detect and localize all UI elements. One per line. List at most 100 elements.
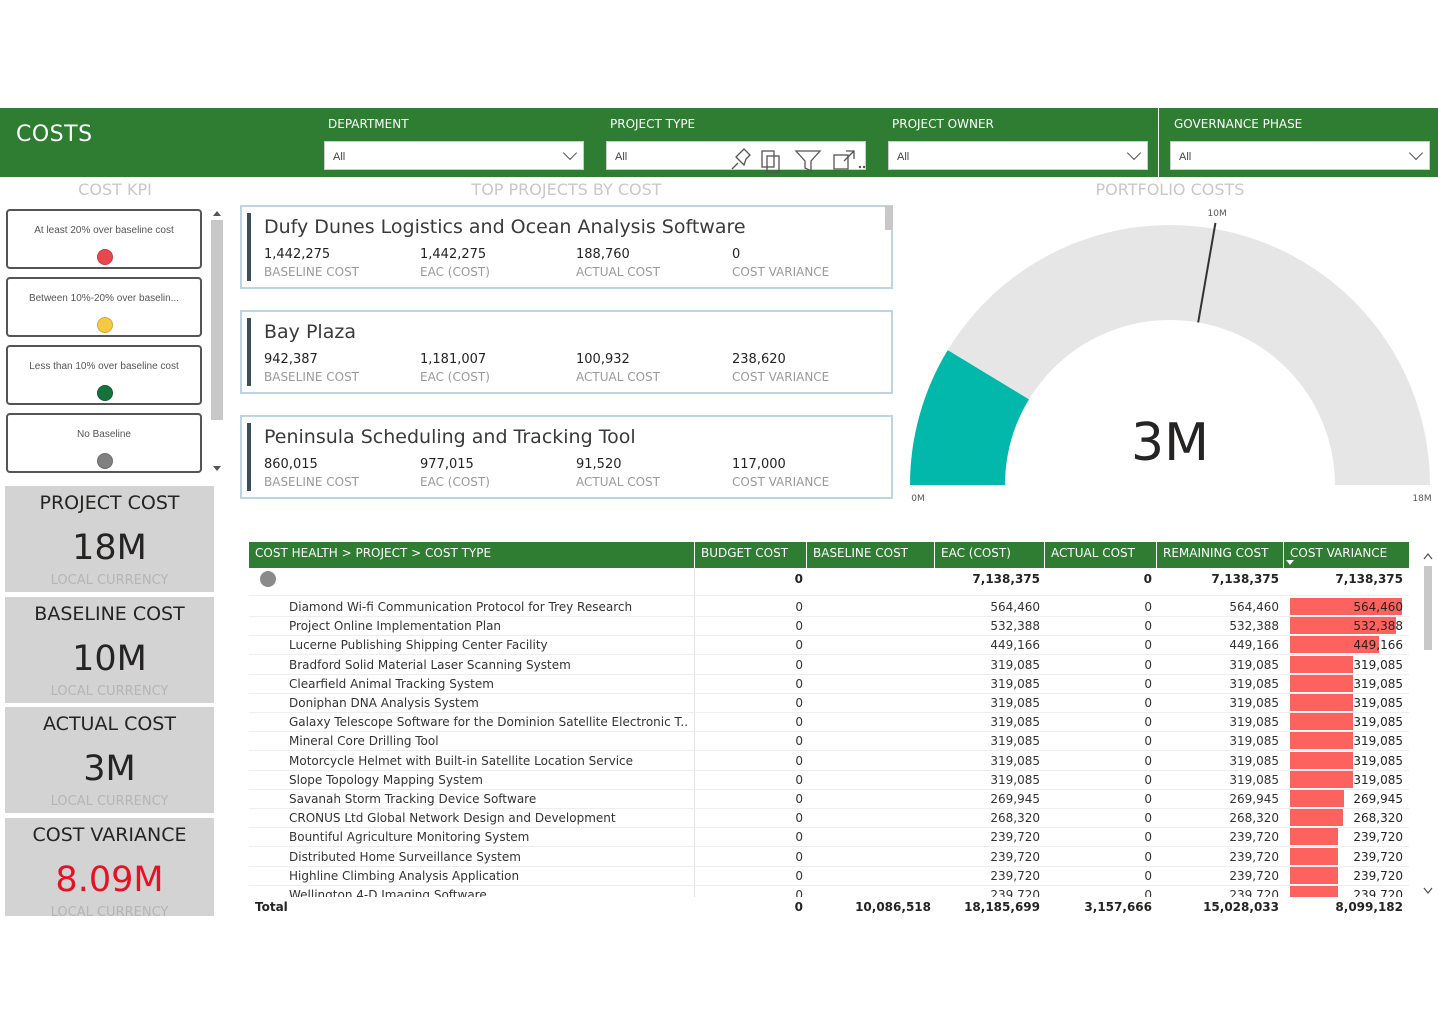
group-row[interactable]: 0 7,138,375 0 7,138,375 7,138,375 — [249, 568, 1409, 596]
variance-label: COST VARIANCE — [732, 370, 830, 384]
scroll-thumb[interactable] — [211, 220, 223, 420]
kpi-card-no-baseline[interactable]: No Baseline — [6, 413, 202, 473]
table-row[interactable]: Slope Topology Mapping System 0 319,085 0 31… — [249, 770, 1409, 790]
row-project-name: Slope Topology Mapping System — [289, 772, 483, 787]
group-budget: 0 — [794, 572, 803, 586]
kpi-label: At least 20% over baseline cost — [34, 225, 174, 236]
column-header-baseline[interactable]: BASELINE COST — [807, 542, 935, 568]
table-row[interactable]: Highline Climbing Analysis Application 0 2… — [249, 866, 1409, 886]
department-dropdown[interactable]: All — [324, 141, 584, 170]
row-actual: 0 — [1144, 696, 1152, 710]
row-remaining: 319,085 — [1229, 696, 1279, 710]
scroll-up-icon[interactable] — [1423, 552, 1433, 560]
row-variance: 319,085 — [1353, 734, 1403, 749]
project-card[interactable]: Peninsula Scheduling and Tracking Tool 8… — [240, 415, 893, 499]
row-variance: 239,720 — [1353, 830, 1403, 845]
row-project-name: Savanah Storm Tracking Device Software — [289, 792, 537, 806]
metric-value: 3M — [83, 749, 136, 789]
project-owner-dropdown[interactable]: All — [888, 141, 1148, 170]
row-project-name: Project Online Implementation Plan — [289, 619, 502, 634]
scroll-thumb[interactable] — [1424, 566, 1432, 650]
column-header-hierarchy[interactable]: COST HEALTH > PROJECT > COST TYPE — [249, 542, 695, 568]
top-projects-title: TOP PROJECTS BY COST — [471, 180, 662, 199]
project-card[interactable]: Bay Plaza 942,387 1,181,007 100,932 238,… — [240, 310, 893, 394]
table-row[interactable]: Clearfield Animal Tracking System 0 319,08… — [249, 674, 1409, 694]
row-remaining: 239,720 — [1229, 868, 1279, 883]
project-name: Dufy Dunes Logistics and Ocean Analysis … — [264, 216, 746, 238]
row-project-name: Lucerne Publishing Shipping Center Facil… — [289, 638, 548, 653]
eac-label: EAC (COST) — [420, 265, 490, 279]
row-remaining: 532,388 — [1229, 619, 1279, 634]
scroll-up-icon[interactable] — [213, 211, 221, 216]
kpi-card-over-20[interactable]: At least 20% over baseline cost — [6, 209, 202, 269]
scroll-down-icon[interactable] — [1423, 887, 1433, 895]
more-options-icon[interactable] — [858, 165, 866, 169]
column-header-budget[interactable]: BUDGET COST — [695, 542, 807, 568]
governance-phase-dropdown[interactable]: All — [1170, 141, 1430, 170]
table-scrollbar[interactable] — [1422, 552, 1434, 897]
kpi-scrollbar[interactable] — [211, 210, 223, 474]
table-row[interactable]: CRONUS Ltd Global Network Design and Dev… — [249, 809, 1409, 829]
row-variance: 319,085 — [1353, 696, 1403, 710]
scroll-down-icon[interactable] — [213, 466, 221, 471]
gray-status-icon[interactable] — [259, 570, 277, 588]
row-eac: 239,720 — [990, 849, 1040, 864]
baseline-cost-card: BASELINE COST 10M LOCAL CURRENCY — [5, 597, 214, 703]
row-budget: 0 — [795, 772, 803, 787]
table-row[interactable]: Galaxy Telescope Software for the Domini… — [249, 713, 1409, 733]
baseline-value: 860,015 — [264, 457, 318, 472]
actual-value: 188,760 — [576, 247, 630, 262]
table-row[interactable]: Doniphan DNA Analysis System 0 319,085 0 319… — [249, 694, 1409, 713]
card-accent-bar — [247, 318, 251, 386]
kpi-card-under-10[interactable]: Less than 10% over baseline cost — [6, 345, 202, 405]
row-project-name: Galaxy Telescope Software for the Domini… — [289, 715, 689, 730]
filter-icon[interactable] — [794, 150, 822, 173]
column-header-actual[interactable]: ACTUAL COST — [1045, 542, 1157, 568]
row-eac: 239,720 — [990, 868, 1040, 883]
table-row[interactable]: Mineral Core Drilling Tool 0 319,085 0 319,0… — [249, 732, 1409, 752]
table-row[interactable]: Savanah Storm Tracking Device Software 0 2… — [249, 790, 1409, 809]
baseline-label: BASELINE COST — [264, 475, 360, 489]
row-project-name: Mineral Core Drilling Tool — [289, 734, 439, 749]
red-status-icon — [97, 249, 113, 265]
pin-icon[interactable] — [731, 148, 751, 170]
column-header-variance[interactable]: COST VARIANCE — [1284, 542, 1409, 568]
actual-value: 91,520 — [576, 457, 622, 472]
project-type-label: PROJECT TYPE — [610, 117, 696, 131]
table-row[interactable]: Distributed Home Surveillance System 0 239… — [249, 847, 1409, 867]
row-budget: 0 — [795, 657, 803, 672]
row-project-name: Doniphan DNA Analysis System — [289, 696, 479, 710]
column-header-eac[interactable]: EAC (COST) — [935, 542, 1045, 568]
projects-scroll-thumb[interactable] — [885, 206, 893, 230]
baseline-value: 942,387 — [264, 352, 318, 367]
table-row[interactable]: Bradford Solid Material Laser Scanning S… — [249, 655, 1409, 675]
total-baseline: 10,086,518 — [855, 900, 931, 914]
column-header-remaining[interactable]: REMAINING COST — [1157, 542, 1284, 568]
row-budget: 0 — [795, 830, 803, 845]
table-row[interactable]: Diamond Wi-fi Communication Protocol for… — [249, 598, 1409, 617]
row-actual: 0 — [1144, 792, 1152, 806]
project-name: Peninsula Scheduling and Tracking Tool — [264, 426, 636, 448]
kpi-card-10-20[interactable]: Between 10%-20% over baselin... — [6, 277, 202, 337]
row-variance: 319,085 — [1353, 753, 1403, 768]
table-row[interactable]: Lucerne Publishing Shipping Center Facil… — [249, 636, 1409, 656]
row-remaining: 319,085 — [1229, 772, 1279, 787]
metric-subtitle: LOCAL CURRENCY — [50, 905, 169, 920]
row-actual: 0 — [1144, 638, 1152, 653]
focus-mode-icon[interactable] — [833, 150, 855, 170]
card-accent-bar — [247, 213, 251, 281]
project-card[interactable]: Dufy Dunes Logistics and Ocean Analysis … — [240, 205, 893, 289]
row-eac: 269,945 — [990, 792, 1040, 806]
table-row[interactable]: Bountiful Agriculture Monitoring System 0… — [249, 828, 1409, 848]
table-row[interactable]: Project Online Implementation Plan 0 532,3… — [249, 617, 1409, 637]
row-eac: 564,460 — [990, 600, 1040, 614]
copy-icon[interactable] — [761, 150, 780, 173]
baseline-label: BASELINE COST — [264, 370, 360, 384]
variance-label: COST VARIANCE — [732, 475, 830, 489]
table-row[interactable]: Motorcycle Helmet with Built-in Satellit… — [249, 751, 1409, 771]
gauge-value: 3M — [1131, 413, 1209, 473]
metric-title: PROJECT COST — [39, 492, 180, 514]
row-actual: 0 — [1144, 772, 1152, 787]
variance-value: 0 — [732, 247, 741, 262]
metric-value: 8.09M — [55, 860, 164, 900]
